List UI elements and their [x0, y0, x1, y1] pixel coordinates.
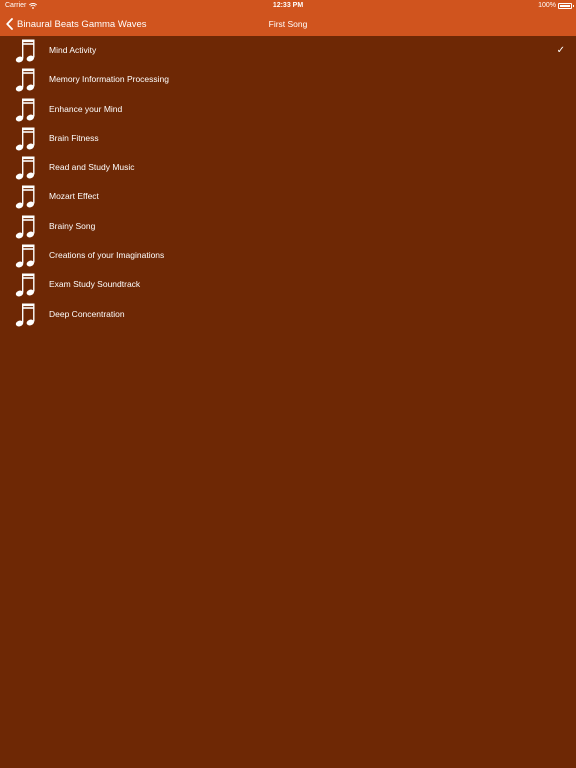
music-note-icon	[15, 127, 35, 151]
page-title: First Song	[268, 19, 308, 29]
song-title: Exam Study Soundtrack	[49, 279, 141, 290]
battery-percent: 100%	[538, 2, 556, 9]
music-note-icon	[15, 68, 35, 92]
battery-icon	[558, 3, 574, 9]
song-list-item[interactable]: Brainy Song	[0, 212, 576, 241]
song-title: Mind Activity	[49, 45, 97, 55]
music-note-icon	[15, 156, 35, 180]
song-title: Brain Fitness	[49, 132, 99, 143]
music-note-icon	[15, 185, 35, 209]
battery-indicator: 100%	[538, 0, 574, 12]
song-title: Enhance your Mind	[49, 103, 123, 114]
song-list-item[interactable]: Creations of your Imaginations	[0, 241, 576, 270]
music-note-icon	[15, 273, 35, 297]
song-list-item[interactable]: Memory Information Processing	[0, 65, 576, 94]
song-list-item[interactable]: Exam Study Soundtrack	[0, 270, 576, 299]
song-list: Mind Activity ✓ Memory Information Proce…	[0, 36, 576, 329]
status-bar: Carrier 12:33 PM 100%	[0, 0, 576, 12]
song-list-item[interactable]: Mind Activity ✓	[0, 36, 576, 65]
song-title: Brainy Song	[49, 220, 96, 231]
song-list-item[interactable]: Enhance your Mind	[0, 95, 576, 124]
song-list-item[interactable]: Read and Study Music	[0, 153, 576, 182]
checkmark-icon: ✓	[556, 45, 565, 56]
status-time: 12:33 PM	[272, 2, 304, 9]
song-title: Read and Study Music	[49, 162, 135, 173]
music-note-icon	[15, 215, 35, 239]
song-title: Deep Concentration	[49, 308, 125, 319]
song-title: Creations of your Imaginations	[49, 250, 165, 261]
song-list-item[interactable]: Deep Concentration	[0, 300, 576, 329]
song-title: Memory Information Processing	[49, 74, 169, 85]
music-note-icon	[15, 303, 35, 327]
song-title: Mozart Effect	[49, 191, 99, 202]
song-list-item[interactable]: Mozart Effect	[0, 182, 576, 211]
music-note-icon	[15, 244, 35, 268]
navigation-bar: Binaural Beats Gamma Waves First Song	[0, 12, 576, 36]
music-note-icon	[15, 39, 35, 63]
song-list-item[interactable]: Brain Fitness	[0, 124, 576, 153]
music-note-icon	[15, 98, 35, 122]
